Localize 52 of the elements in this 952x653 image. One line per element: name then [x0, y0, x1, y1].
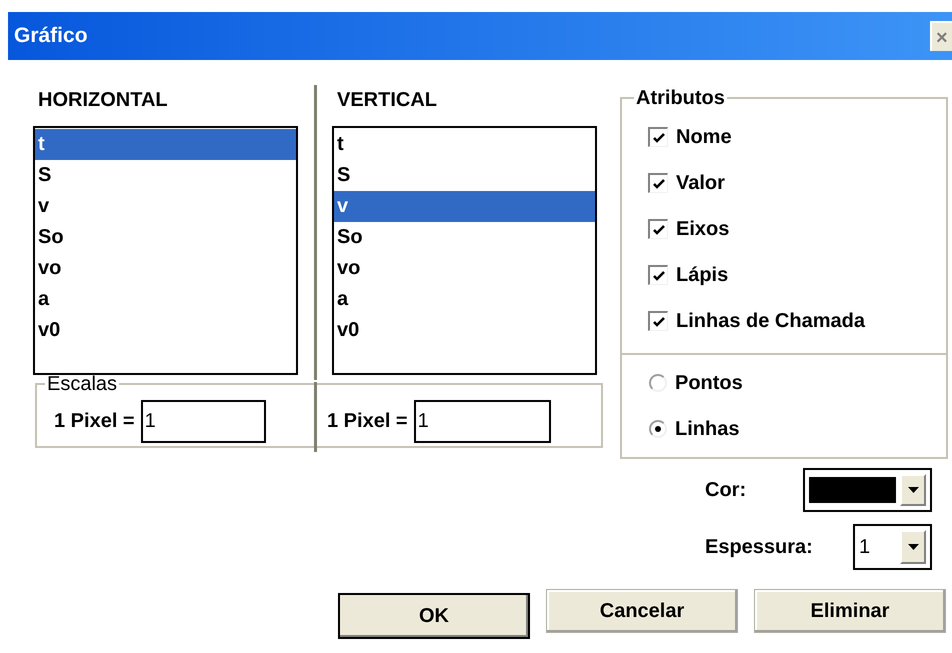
window-title: Gráfico — [13, 23, 88, 50]
list-heading: VERTICAL — [336, 88, 437, 113]
color-dropdown[interactable] — [803, 468, 932, 512]
list-heading: HORIZONTAL — [37, 88, 168, 113]
list-item[interactable]: t — [35, 129, 296, 160]
list-item[interactable]: So — [35, 222, 296, 253]
radio-button[interactable] — [649, 420, 667, 438]
dialog-button[interactable]: Eliminar — [754, 589, 946, 633]
scale-input[interactable]: 1 — [140, 400, 266, 442]
group-label: Atributos — [635, 87, 726, 109]
radio-button[interactable] — [649, 374, 667, 392]
group-label: Escalas — [46, 374, 118, 394]
list-item[interactable]: vo — [35, 253, 296, 284]
list-item[interactable]: a — [334, 284, 595, 315]
scale-label: 1 Pixel = — [54, 409, 135, 434]
check-icon — [652, 132, 666, 144]
checkbox-label: Lápis — [676, 263, 728, 288]
list-item[interactable]: v0 — [35, 315, 296, 346]
field-label: Cor: — [705, 478, 748, 503]
list-box[interactable]: t S v So vo a v0 — [33, 126, 298, 375]
list-box[interactable]: t S v So vo a v0 — [332, 126, 597, 375]
list-item[interactable]: t — [334, 129, 595, 160]
thickness-dropdown[interactable]: 1 — [853, 524, 932, 570]
checkbox[interactable] — [648, 127, 668, 147]
dialog-button[interactable]: OK — [338, 593, 530, 639]
checkbox-label: Linhas de Chamada — [676, 309, 865, 334]
radio-label: Linhas — [675, 417, 740, 442]
checkbox[interactable] — [648, 311, 668, 331]
checkbox-label: Eixos — [676, 217, 730, 242]
list-item[interactable]: vo — [334, 253, 595, 284]
list-item[interactable]: S — [334, 160, 595, 191]
check-icon — [652, 270, 666, 282]
check-icon — [652, 224, 666, 236]
check-icon — [652, 316, 666, 328]
list-item[interactable]: So — [334, 222, 595, 253]
check-icon — [652, 178, 666, 190]
checkbox[interactable] — [648, 219, 668, 239]
dialog-button[interactable]: Cancelar — [546, 589, 738, 633]
list-item[interactable]: v — [35, 191, 296, 222]
checkbox[interactable] — [648, 265, 668, 285]
checkbox[interactable] — [648, 173, 668, 193]
checkbox-label: Nome — [676, 125, 732, 150]
list-item[interactable]: v — [334, 191, 595, 222]
list-item[interactable]: a — [35, 284, 296, 315]
field-label: Espessura: — [705, 535, 814, 560]
scale-label: 1 Pixel = — [327, 409, 408, 434]
checkbox-label: Valor — [676, 171, 725, 196]
list-item[interactable]: v0 — [334, 315, 595, 346]
scale-input[interactable]: 1 — [414, 400, 551, 442]
list-item[interactable]: S — [35, 160, 296, 191]
thickness-value: 1 — [859, 535, 872, 560]
radio-label: Pontos — [675, 371, 743, 396]
